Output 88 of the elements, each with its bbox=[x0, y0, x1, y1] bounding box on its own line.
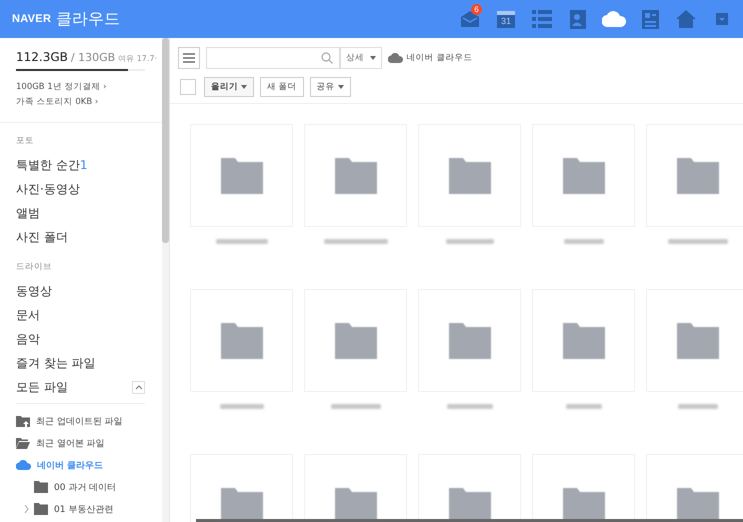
file-tile[interactable] bbox=[532, 124, 635, 227]
calendar-icon: 31 bbox=[497, 10, 515, 28]
tree-item[interactable]: 00 과거 데이터 bbox=[34, 476, 116, 498]
tree-item[interactable]: 최근 열어본 파일 bbox=[16, 432, 145, 454]
toolbar-button[interactable]: 올리기 bbox=[204, 77, 254, 97]
blurred-file-name bbox=[678, 404, 718, 409]
detail-dropdown[interactable]: 상세 bbox=[340, 47, 382, 69]
nav-item[interactable]: 즐겨 찾는 파일 bbox=[16, 354, 96, 372]
file-tile[interactable] bbox=[304, 124, 407, 227]
tree-item[interactable]: 최근 업데이트된 파일 bbox=[16, 410, 145, 432]
file-tile[interactable] bbox=[532, 289, 635, 392]
folder-icon bbox=[220, 158, 262, 194]
folder-icon bbox=[676, 322, 718, 358]
blurred-file-name bbox=[330, 404, 380, 409]
nav-item[interactable]: 특별한 순간1 bbox=[16, 156, 88, 174]
storage-link[interactable]: 100GB 1년 정기결제 › bbox=[16, 80, 145, 95]
home-icon bbox=[676, 10, 696, 28]
dropdown-icon bbox=[716, 13, 728, 25]
note-icon bbox=[642, 10, 658, 28]
file-tile[interactable] bbox=[304, 289, 407, 392]
folder-icon bbox=[562, 322, 604, 358]
nav-item[interactable]: 사진 폴더 bbox=[16, 228, 68, 246]
file-tile[interactable] bbox=[418, 289, 521, 392]
scrollbar[interactable] bbox=[162, 38, 169, 522]
folder-icon bbox=[562, 158, 604, 194]
file-tile[interactable] bbox=[418, 124, 521, 227]
section-title: 드라이브 bbox=[16, 261, 53, 273]
mail-app-button[interactable]: 6 bbox=[453, 2, 487, 36]
folder-icon bbox=[676, 158, 718, 194]
folder-icon bbox=[334, 488, 376, 522]
app-title: 클라우드 bbox=[56, 8, 120, 30]
select-all-checkbox[interactable] bbox=[180, 79, 196, 95]
folder-icon bbox=[448, 322, 490, 358]
notification-badge: 6 bbox=[471, 4, 482, 15]
folder-icon bbox=[334, 158, 376, 194]
file-tile[interactable] bbox=[646, 124, 743, 227]
nav-item[interactable]: 음악 bbox=[16, 330, 40, 348]
nav-item[interactable]: 동영상 bbox=[16, 282, 52, 300]
folder-icon bbox=[220, 488, 262, 522]
location-label: 네이버 클라우드 bbox=[406, 52, 472, 64]
blurred-file-name bbox=[566, 404, 602, 409]
caret-icon bbox=[370, 56, 376, 60]
cloud-icon bbox=[16, 460, 31, 470]
folder-icon bbox=[448, 158, 490, 194]
folder-icon bbox=[676, 488, 718, 522]
blurred-file-name bbox=[216, 239, 268, 244]
toolbar-button[interactable]: 새 폴더 bbox=[260, 77, 304, 97]
section-title: 포토 bbox=[16, 135, 35, 147]
calendar-app-button[interactable]: 31 bbox=[489, 2, 523, 36]
search-icon bbox=[321, 52, 333, 64]
nav-item[interactable]: 문서 bbox=[16, 306, 40, 324]
cloud-icon bbox=[388, 53, 403, 63]
horizontal-scrollbar[interactable] bbox=[196, 519, 743, 522]
blurred-file-name bbox=[446, 404, 492, 409]
nav-item[interactable]: 모든 파일 bbox=[16, 378, 68, 396]
contact-book-icon bbox=[570, 10, 586, 28]
cloud-icon bbox=[602, 11, 626, 27]
storage-link[interactable]: 가족 스토리지 0KB › bbox=[16, 95, 145, 110]
blurred-file-name bbox=[564, 239, 604, 244]
file-tile[interactable] bbox=[190, 124, 293, 227]
menu-icon bbox=[183, 53, 195, 63]
blurred-file-name bbox=[220, 404, 264, 409]
folder-icon bbox=[562, 488, 604, 522]
nav-item[interactable]: 사진·동영상 bbox=[16, 180, 80, 198]
folder-icon bbox=[220, 322, 262, 358]
tree-item[interactable]: 01 부동산관련 bbox=[34, 498, 114, 520]
list-icon bbox=[532, 10, 552, 28]
expand-chevron-icon[interactable] bbox=[24, 505, 29, 513]
toolbar-button[interactable]: 공유 bbox=[310, 77, 351, 97]
folder-icon bbox=[34, 503, 48, 515]
file-tile[interactable] bbox=[190, 289, 293, 392]
file-tile[interactable] bbox=[646, 289, 743, 392]
folder-icon bbox=[448, 488, 490, 522]
chevron-icon bbox=[134, 384, 142, 390]
nav-item[interactable]: 앨범 bbox=[16, 204, 40, 222]
storage-used: 112.3GB bbox=[16, 50, 68, 64]
collapse-button[interactable] bbox=[132, 380, 145, 394]
menu-button[interactable] bbox=[178, 47, 200, 69]
search-field[interactable] bbox=[206, 47, 340, 69]
blurred-file-name bbox=[446, 239, 494, 244]
blurred-file-name bbox=[668, 239, 728, 244]
folder-arrow-icon bbox=[16, 415, 30, 427]
blurred-file-name bbox=[324, 239, 388, 244]
storage-free: 여유 17.7· bbox=[118, 53, 158, 64]
open-folder-icon bbox=[16, 437, 30, 449]
storage-total: / 130GB bbox=[70, 51, 116, 64]
folder-icon bbox=[334, 322, 376, 358]
folder-icon bbox=[34, 481, 48, 493]
